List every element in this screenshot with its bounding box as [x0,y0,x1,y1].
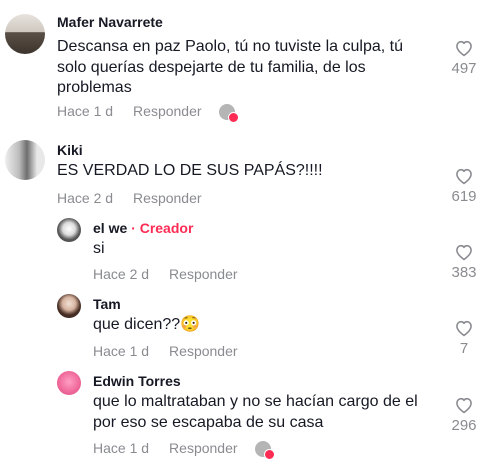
comment-time: Hace 1 d [57,103,114,119]
reply-item: Tam que dicen??😳 Hace 1 d Responder 7 [0,294,502,364]
reply-button[interactable]: Responder [133,190,202,206]
comment-time: Hace 2 d [93,266,150,282]
comment-text: ES VERDAD LO DE SUS PAPÁS?!!!! [57,162,323,179]
heart-outline-icon [456,320,472,337]
reply-button[interactable]: Responder [169,266,238,282]
like-count: 7 [459,340,469,357]
comment-meta: Hace 1 d Responder [57,103,202,119]
comment-meta: Hace 2 d Responder [93,266,238,282]
creator-liked-icon [255,441,275,460]
comment-author[interactable]: Edwin Torres [93,373,181,389]
comment-meta: Hace 1 d Responder [93,343,238,359]
comment-author[interactable]: Kiki [57,142,83,158]
avatar[interactable] [5,140,45,180]
like-button[interactable]: 497 [444,38,484,77]
comment-text: que dicen??😳 [93,316,201,333]
creator-badge: Creador [139,220,194,236]
comment-meta: Hace 2 d Responder [57,190,202,206]
avatar[interactable] [5,14,45,54]
reply-item: el we · Creador si Hace 2 d Responder 383 [0,218,502,288]
comment-author[interactable]: Mafer Navarrete [57,14,163,30]
comment-text: Descansa en paz Paolo, tú no tuviste la … [57,38,403,96]
comment-author[interactable]: Tam [93,296,121,312]
comment-time: Hace 2 d [57,190,114,206]
reply-item: Edwin Torres que lo maltrataban y no se … [0,371,502,461]
avatar[interactable] [57,371,81,395]
comment-text: si [93,240,105,257]
like-button[interactable]: 383 [444,242,484,281]
like-count: 383 [451,264,477,281]
avatar[interactable] [57,294,81,318]
avatar[interactable] [57,218,81,242]
reply-button[interactable]: Responder [169,343,238,359]
comment-item: Mafer Navarrete Descansa en paz Paolo, t… [0,0,502,130]
comment-author: el we · Creador [93,220,193,236]
like-count: 296 [451,417,477,434]
creator-liked-icon [219,104,239,123]
like-button[interactable]: 296 [444,395,484,434]
like-button[interactable]: 619 [444,166,484,205]
reply-button[interactable]: Responder [169,440,238,456]
like-count: 619 [451,188,477,205]
comment-meta: Hace 1 d Responder [93,440,238,456]
comment-text: que lo maltrataban y no se hacían cargo … [93,393,418,431]
badge-separator: · [131,220,136,236]
heart-outline-icon [456,397,472,414]
like-count: 497 [451,60,477,77]
comment-time: Hace 1 d [93,343,150,359]
reply-button[interactable]: Responder [133,103,202,119]
heart-outline-icon [456,244,472,261]
author-name[interactable]: el we [93,220,127,236]
heart-outline-icon [456,40,472,57]
comment-item: Kiki ES VERDAD LO DE SUS PAPÁS?!!!! Hace… [0,140,502,215]
like-button[interactable]: 7 [444,318,484,357]
comment-time: Hace 1 d [93,440,150,456]
heart-outline-icon [456,168,472,185]
